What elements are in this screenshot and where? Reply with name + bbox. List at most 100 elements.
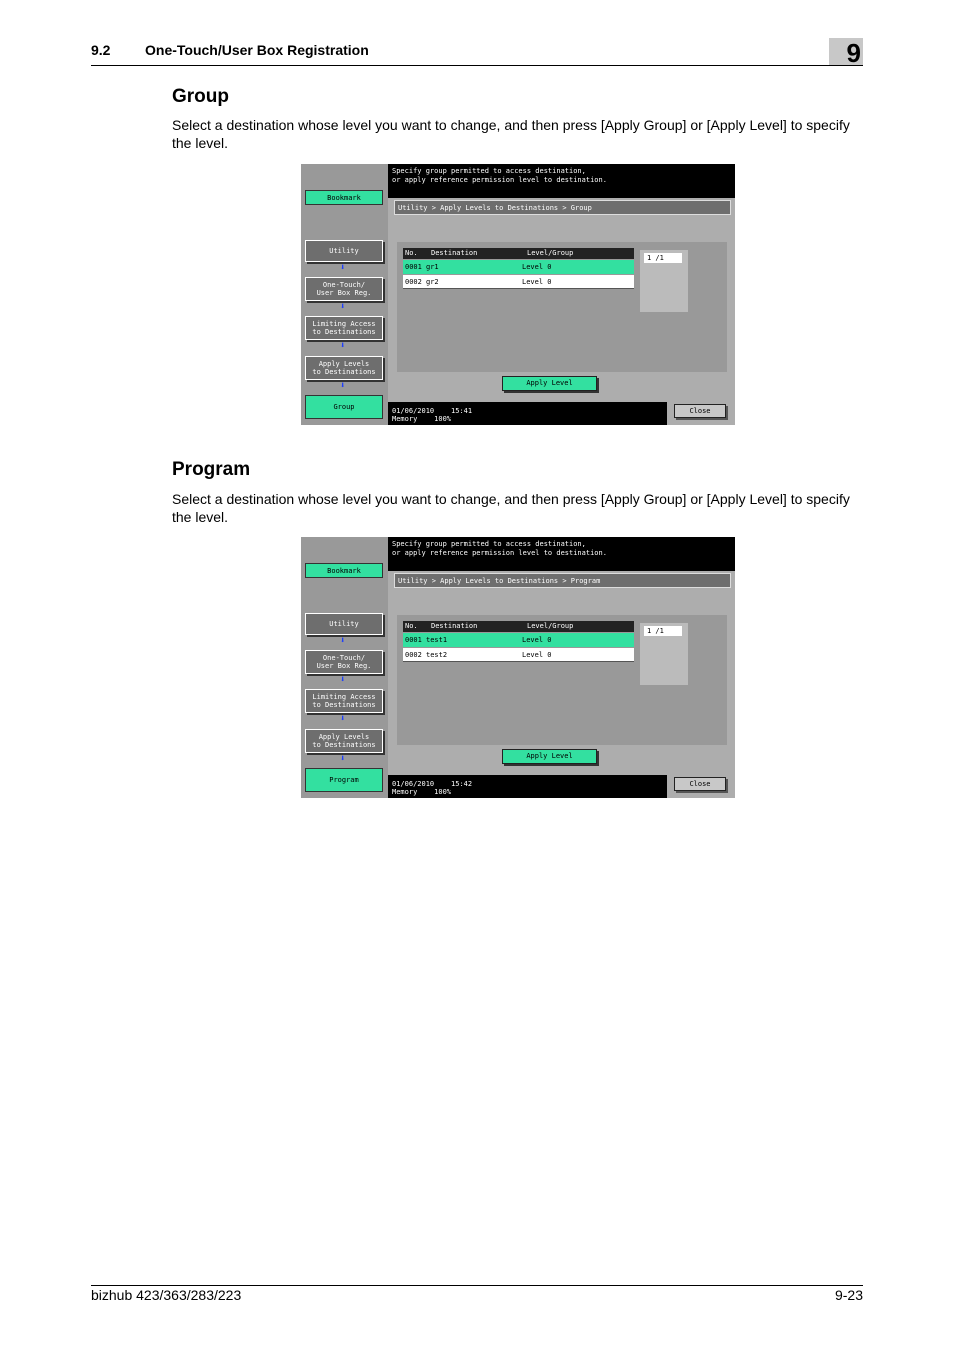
row-destination: test2	[426, 651, 448, 659]
row-level: Level 0	[522, 636, 552, 644]
subsection-title: Group	[172, 86, 229, 107]
apply-levels-label-2: to Destinations	[312, 741, 376, 749]
page-indicator: 1 /1	[644, 253, 682, 263]
onetouch-userbox-button[interactable]: One-Touch/ User Box Reg.	[305, 650, 383, 674]
row-level: Level 0	[522, 263, 552, 271]
memory-label: Memory	[392, 415, 418, 423]
arrow-down-icon: ⬇	[340, 754, 346, 764]
subsection-title: Program	[172, 459, 251, 480]
bookmark-button[interactable]: Bookmark	[305, 563, 383, 578]
utility-button[interactable]: Utility	[305, 240, 383, 262]
message-line-2: or apply reference permission level to d…	[392, 176, 607, 184]
col-header-no: No.	[405, 249, 418, 257]
onetouch-userbox-button[interactable]: One-Touch/ User Box Reg.	[305, 277, 383, 301]
apply-levels-label-1: Apply Levels	[318, 733, 370, 741]
arrow-down-icon: ⬇	[340, 302, 346, 312]
table-row[interactable]: 0001 gr1 Level 0	[403, 260, 634, 274]
table-row[interactable]: 0002 gr2 Level 0	[403, 275, 634, 289]
date: 01/06/2010	[392, 407, 435, 415]
breadcrumb: Utility > Apply Levels to Destinations >…	[394, 200, 731, 215]
chapter-badge: 9	[829, 38, 863, 68]
apply-levels-label-2: to Destinations	[312, 368, 376, 376]
section-number: 9.2	[91, 42, 111, 58]
instruction-message: Specify group permitted to access destin…	[392, 167, 607, 185]
arrow-down-icon: ⬇	[340, 636, 346, 646]
onetouch-label-2: User Box Reg.	[316, 289, 372, 297]
model-name: bizhub 423/363/283/223	[91, 1287, 242, 1303]
time: 15:42	[451, 780, 473, 788]
arrow-down-icon: ⬇	[340, 341, 346, 351]
destination-list-area: No. Destination Level/Group 0001 test1 L…	[397, 615, 727, 745]
limiting-access-button[interactable]: Limiting Access to Destinations	[305, 316, 383, 340]
page-number: 9-23	[834, 1287, 863, 1303]
screenshot-panel: Bookmark Utility ⬇ One-Touch/ User Box R…	[301, 537, 735, 798]
apply-levels-label-1: Apply Levels	[318, 360, 370, 368]
row-level: Level 0	[522, 651, 552, 659]
left-sidebar: Bookmark Utility ⬇ One-Touch/ User Box R…	[301, 537, 388, 798]
footer-divider	[91, 1285, 863, 1286]
table-header: No. Destination Level/Group	[403, 621, 634, 632]
apply-level-button[interactable]: Apply Level	[502, 376, 597, 391]
status-bar: 01/06/2010 15:42 Memory 100%	[392, 780, 472, 796]
date: 01/06/2010	[392, 780, 435, 788]
col-header-level: Level/Group	[527, 249, 574, 257]
main-panel: Utility > Apply Levels to Destinations >…	[388, 198, 735, 402]
subsection-text: Select a destination whose level you wan…	[172, 117, 850, 151]
apply-levels-button[interactable]: Apply Levels to Destinations	[305, 729, 383, 753]
breadcrumb: Utility > Apply Levels to Destinations >…	[394, 573, 731, 588]
message-line-1: Specify group permitted to access destin…	[392, 167, 586, 175]
table-row[interactable]: 0002 test2 Level 0	[403, 648, 634, 662]
arrow-down-icon: ⬇	[340, 675, 346, 685]
subsection-text: Select a destination whose level you wan…	[172, 491, 850, 525]
arrow-down-icon: ⬇	[340, 714, 346, 724]
row-no: 0001	[405, 636, 422, 644]
col-header-destination: Destination	[431, 622, 478, 630]
limiting-label-1: Limiting Access	[312, 320, 376, 328]
instruction-message: Specify group permitted to access destin…	[392, 540, 607, 558]
status-bar: 01/06/2010 15:41 Memory 100%	[392, 407, 472, 423]
row-no: 0002	[405, 651, 422, 659]
table-header: No. Destination Level/Group	[403, 248, 634, 259]
onetouch-label-2: User Box Reg.	[316, 662, 372, 670]
main-panel: Utility > Apply Levels to Destinations >…	[388, 571, 735, 775]
row-destination: test1	[426, 636, 448, 644]
limiting-label-1: Limiting Access	[312, 693, 376, 701]
col-header-level: Level/Group	[527, 622, 574, 630]
bookmark-button[interactable]: Bookmark	[305, 190, 383, 205]
arrow-down-icon: ⬇	[340, 381, 346, 391]
memory-value: 100%	[434, 415, 452, 423]
current-screen-button[interactable]: Group	[305, 395, 383, 419]
col-header-destination: Destination	[431, 249, 478, 257]
message-line-2: or apply reference permission level to d…	[392, 549, 607, 557]
time: 15:41	[451, 407, 473, 415]
apply-level-button[interactable]: Apply Level	[502, 749, 597, 764]
onetouch-label-1: One-Touch/	[322, 654, 366, 662]
row-destination: gr2	[426, 278, 439, 286]
arrow-down-icon: ⬇	[340, 263, 346, 273]
section-title: One-Touch/User Box Registration	[145, 42, 369, 58]
page-indicator-area: 1 /1	[640, 250, 688, 312]
left-sidebar: Bookmark Utility ⬇ One-Touch/ User Box R…	[301, 164, 388, 425]
current-screen-button[interactable]: Program	[305, 768, 383, 792]
memory-label: Memory	[392, 788, 418, 796]
memory-value: 100%	[434, 788, 452, 796]
col-header-no: No.	[405, 622, 418, 630]
utility-button[interactable]: Utility	[305, 613, 383, 635]
table-row[interactable]: 0001 test1 Level 0	[403, 633, 634, 647]
onetouch-label-1: One-Touch/	[322, 281, 366, 289]
message-line-1: Specify group permitted to access destin…	[392, 540, 586, 548]
page-indicator-area: 1 /1	[640, 623, 688, 685]
destination-list-area: No. Destination Level/Group 0001 gr1 Lev…	[397, 242, 727, 372]
page-indicator: 1 /1	[644, 626, 682, 636]
row-level: Level 0	[522, 278, 552, 286]
limiting-label-2: to Destinations	[312, 701, 376, 709]
limiting-access-button[interactable]: Limiting Access to Destinations	[305, 689, 383, 713]
header-divider	[91, 65, 863, 66]
apply-levels-button[interactable]: Apply Levels to Destinations	[305, 356, 383, 380]
row-destination: gr1	[426, 263, 439, 271]
close-button[interactable]: Close	[674, 404, 726, 418]
limiting-label-2: to Destinations	[312, 328, 376, 336]
close-button[interactable]: Close	[674, 777, 726, 791]
screenshot-panel: Bookmark Utility ⬇ One-Touch/ User Box R…	[301, 164, 735, 425]
row-no: 0001	[405, 263, 422, 271]
